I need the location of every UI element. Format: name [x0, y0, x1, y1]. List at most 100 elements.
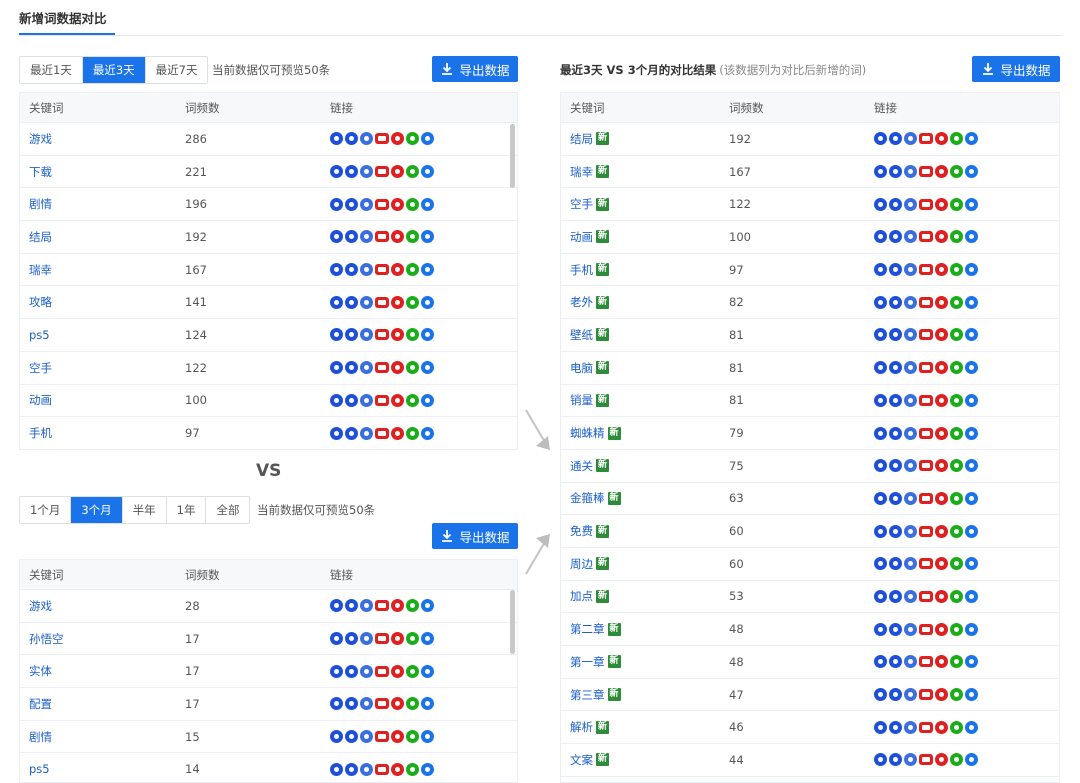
wechat-icon[interactable] — [406, 361, 419, 375]
paw-icon[interactable] — [874, 263, 887, 277]
sogou-icon[interactable] — [360, 426, 373, 440]
wechat-icon[interactable] — [950, 688, 963, 702]
zhihu-icon[interactable] — [421, 697, 434, 711]
weibo-icon[interactable] — [935, 263, 948, 277]
toutiao-icon[interactable] — [345, 426, 358, 440]
toutiao-icon[interactable] — [345, 730, 358, 744]
filter-option[interactable]: 1个月 — [20, 497, 72, 523]
video-icon[interactable] — [919, 231, 933, 243]
video-icon[interactable] — [919, 198, 933, 210]
paw-icon[interactable] — [874, 655, 887, 669]
toutiao-icon[interactable] — [345, 263, 358, 277]
paw-icon[interactable] — [874, 230, 887, 244]
weibo-icon[interactable] — [391, 762, 404, 776]
paw-icon[interactable] — [330, 328, 343, 342]
video-icon[interactable] — [919, 558, 933, 570]
sogou-icon[interactable] — [904, 720, 917, 734]
keyword-link[interactable]: 文案 — [570, 752, 593, 768]
zhihu-icon[interactable] — [965, 655, 978, 669]
toutiao-icon[interactable] — [345, 295, 358, 309]
wechat-icon[interactable] — [950, 459, 963, 473]
weibo-icon[interactable] — [935, 655, 948, 669]
wechat-icon[interactable] — [406, 393, 419, 407]
sogou-icon[interactable] — [904, 688, 917, 702]
weibo-icon[interactable] — [935, 393, 948, 407]
video-icon[interactable] — [375, 264, 389, 276]
zhihu-icon[interactable] — [421, 393, 434, 407]
zhihu-icon[interactable] — [965, 393, 978, 407]
video-icon[interactable] — [375, 166, 389, 178]
sogou-icon[interactable] — [904, 263, 917, 277]
weibo-icon[interactable] — [935, 165, 948, 179]
sogou-icon[interactable] — [360, 263, 373, 277]
wechat-icon[interactable] — [950, 197, 963, 211]
paw-icon[interactable] — [330, 393, 343, 407]
filter-option[interactable]: 最近3天 — [82, 57, 146, 83]
paw-icon[interactable] — [874, 459, 887, 473]
keyword-link[interactable]: 游戏 — [29, 598, 52, 614]
zhihu-icon[interactable] — [421, 263, 434, 277]
weibo-icon[interactable] — [935, 361, 948, 375]
zhihu-icon[interactable] — [965, 720, 978, 734]
zhihu-icon[interactable] — [421, 730, 434, 744]
filter-option[interactable]: 最近1天 — [20, 57, 83, 83]
wechat-icon[interactable] — [406, 762, 419, 776]
video-icon[interactable] — [375, 296, 389, 308]
toutiao-icon[interactable] — [345, 328, 358, 342]
video-icon[interactable] — [919, 721, 933, 733]
wechat-icon[interactable] — [406, 730, 419, 744]
paw-icon[interactable] — [330, 132, 343, 146]
wechat-icon[interactable] — [406, 632, 419, 646]
sogou-icon[interactable] — [904, 230, 917, 244]
video-icon[interactable] — [375, 665, 389, 677]
keyword-link[interactable]: 动画 — [570, 229, 593, 245]
zhihu-icon[interactable] — [421, 328, 434, 342]
wechat-icon[interactable] — [406, 263, 419, 277]
toutiao-icon[interactable] — [889, 720, 902, 734]
sogou-icon[interactable] — [360, 730, 373, 744]
zhihu-icon[interactable] — [421, 632, 434, 646]
bottom-table-scrollbar[interactable] — [510, 590, 515, 654]
wechat-icon[interactable] — [950, 753, 963, 767]
zhihu-icon[interactable] — [965, 622, 978, 636]
keyword-link[interactable]: 空手 — [29, 360, 52, 376]
zhihu-icon[interactable] — [965, 688, 978, 702]
keyword-link[interactable]: 剧情 — [29, 729, 52, 745]
sogou-icon[interactable] — [904, 361, 917, 375]
paw-icon[interactable] — [330, 263, 343, 277]
zhihu-icon[interactable] — [965, 459, 978, 473]
right-export-button[interactable]: 导出数据 — [972, 56, 1060, 82]
paw-icon[interactable] — [330, 361, 343, 375]
toutiao-icon[interactable] — [889, 132, 902, 146]
paw-icon[interactable] — [874, 295, 887, 309]
weibo-icon[interactable] — [935, 426, 948, 440]
sogou-icon[interactable] — [904, 393, 917, 407]
sogou-icon[interactable] — [360, 762, 373, 776]
keyword-link[interactable]: 壁纸 — [570, 327, 593, 343]
weibo-icon[interactable] — [391, 393, 404, 407]
wechat-icon[interactable] — [406, 295, 419, 309]
wechat-icon[interactable] — [406, 197, 419, 211]
toutiao-icon[interactable] — [889, 622, 902, 636]
video-icon[interactable] — [375, 329, 389, 341]
keyword-link[interactable]: 下载 — [29, 164, 52, 180]
filter-option[interactable]: 全部 — [206, 497, 250, 523]
zhihu-icon[interactable] — [965, 589, 978, 603]
weibo-icon[interactable] — [391, 230, 404, 244]
zhihu-icon[interactable] — [965, 524, 978, 538]
bottom-export-button[interactable]: 导出数据 — [432, 523, 518, 549]
weibo-icon[interactable] — [935, 524, 948, 538]
zhihu-icon[interactable] — [965, 426, 978, 440]
paw-icon[interactable] — [330, 762, 343, 776]
keyword-link[interactable]: 销量 — [570, 392, 593, 408]
keyword-link[interactable]: 手机 — [570, 262, 593, 278]
sogou-icon[interactable] — [360, 197, 373, 211]
zhihu-icon[interactable] — [965, 557, 978, 571]
weibo-icon[interactable] — [935, 197, 948, 211]
toutiao-icon[interactable] — [889, 165, 902, 179]
toutiao-icon[interactable] — [889, 230, 902, 244]
keyword-link[interactable]: 老外 — [570, 294, 593, 310]
toutiao-icon[interactable] — [889, 655, 902, 669]
paw-icon[interactable] — [330, 697, 343, 711]
weibo-icon[interactable] — [391, 632, 404, 646]
